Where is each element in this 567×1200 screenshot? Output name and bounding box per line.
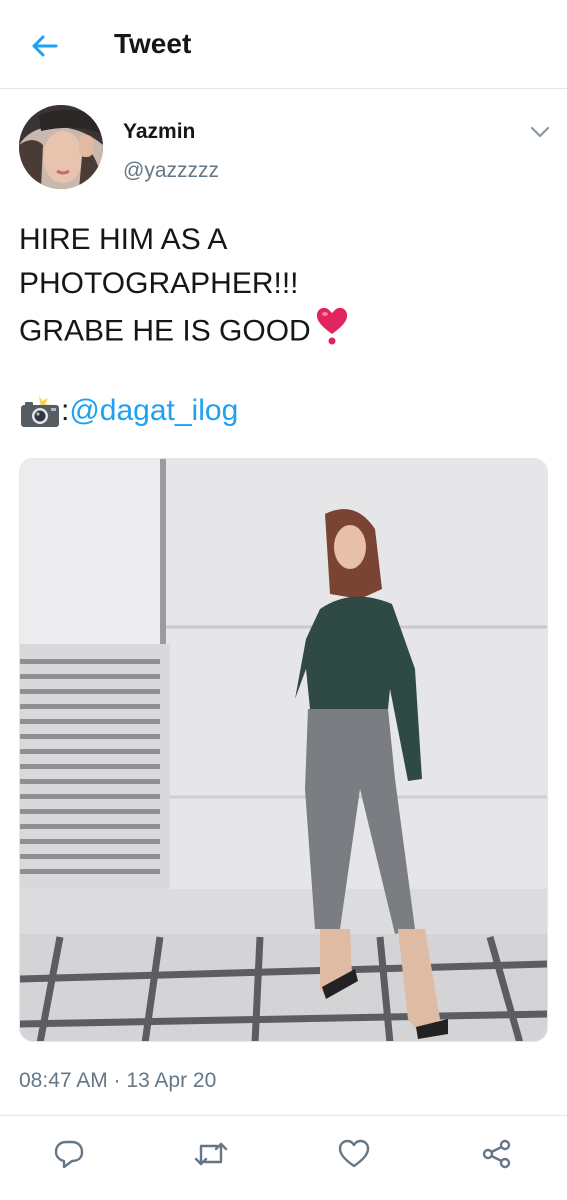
avatar-image <box>19 105 103 189</box>
tweet-text-line: PHOTOGRAPHER!!! <box>19 267 299 300</box>
reply-button[interactable] <box>49 1134 89 1174</box>
tweet-options-button[interactable] <box>526 118 554 146</box>
back-button[interactable] <box>22 24 66 68</box>
tweet-actions <box>0 1115 567 1200</box>
tweet-photo[interactable] <box>19 458 548 1042</box>
share-button[interactable] <box>477 1134 517 1174</box>
tweet-text: HIRE HIM AS A PHOTOGRAPHER!!! GRABE HE I… <box>19 218 539 359</box>
reply-icon <box>54 1140 84 1169</box>
mention-link[interactable]: @dagat_ilog <box>69 389 238 433</box>
tweet-text-line: HIRE HIM AS A <box>19 223 228 256</box>
like-icon <box>338 1139 370 1168</box>
top-bar: Tweet <box>0 0 567 89</box>
photo-credit: : @dagat_ilog <box>19 389 238 433</box>
share-icon <box>482 1139 511 1169</box>
chevron-down-icon <box>530 126 550 138</box>
arrow-left-icon <box>32 35 58 57</box>
tweet-author: Yazmin @yazzzzz <box>0 100 567 200</box>
page-title: Tweet <box>114 28 192 59</box>
user-handle[interactable]: @yazzzzz <box>123 159 219 183</box>
tweet-timestamp: 08:47 AM · 13 Apr 20 <box>19 1069 217 1092</box>
display-name[interactable]: Yazmin <box>123 120 195 144</box>
heavy-heart-exclamation-icon <box>315 306 349 359</box>
retweet-icon <box>194 1142 228 1166</box>
credit-separator: : <box>61 394 70 427</box>
photo-image <box>20 459 547 1041</box>
tweet-text-line-content: GRABE HE IS GOOD <box>19 314 311 348</box>
retweet-button[interactable] <box>191 1134 231 1174</box>
tweet-text-line: GRABE HE IS GOOD <box>19 306 539 359</box>
camera-with-flash-icon <box>19 393 61 429</box>
avatar[interactable] <box>19 105 103 189</box>
like-button[interactable] <box>334 1134 374 1174</box>
